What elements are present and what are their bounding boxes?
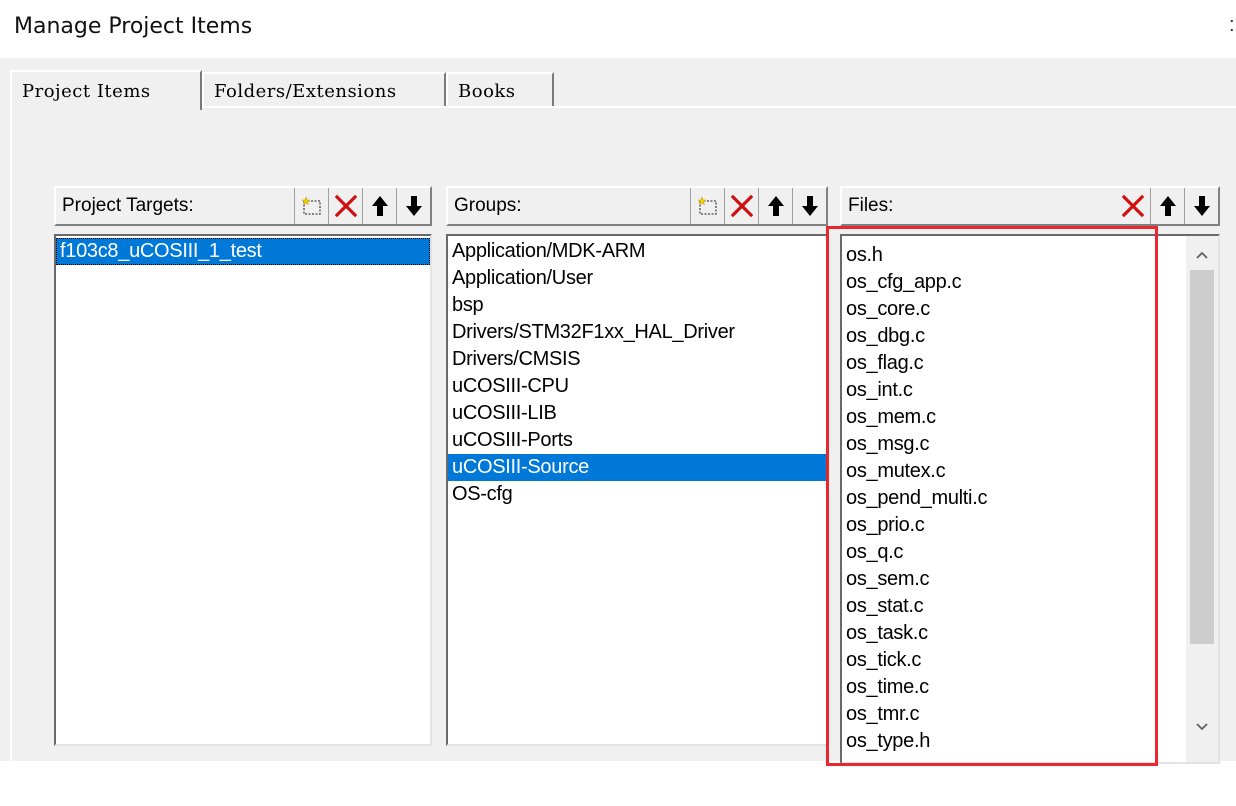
project-targets-label: Project Targets: (62, 195, 194, 216)
list-item[interactable]: uCOSIII-CPU (448, 373, 826, 400)
list-item[interactable]: uCOSIII-LIB (448, 400, 826, 427)
list-item[interactable]: os_tick.c (842, 647, 1218, 674)
list-item[interactable]: bsp (448, 292, 826, 319)
files-label: Files: (848, 195, 894, 216)
files-panel: Files: os.h os_cfg_app.c os_core.c os_db… (840, 186, 1220, 806)
list-item[interactable]: os_sem.c (842, 566, 1218, 593)
list-item[interactable]: os.h (842, 242, 1218, 269)
list-item[interactable]: Application/User (448, 265, 826, 292)
delete-target-button[interactable] (328, 188, 362, 224)
tab-books[interactable]: Books (446, 72, 554, 108)
delete-group-button[interactable] (724, 188, 758, 224)
list-item[interactable]: os_pend_multi.c (842, 485, 1218, 512)
list-item[interactable]: os_task.c (842, 620, 1218, 647)
list-item[interactable]: Drivers/CMSIS (448, 346, 826, 373)
list-item[interactable]: os_mem.c (842, 404, 1218, 431)
project-targets-panel: Project Targets: f103c8_uCOSIII_1_test (54, 186, 432, 806)
new-group-button[interactable] (690, 188, 724, 224)
list-item[interactable]: os_q.c (842, 539, 1218, 566)
list-item[interactable]: os_cfg_app.c (842, 269, 1218, 296)
move-group-down-button[interactable] (792, 188, 826, 224)
project-targets-header: Project Targets: (54, 186, 432, 226)
groups-header: Groups: (446, 186, 828, 226)
delete-icon (334, 194, 357, 218)
files-list[interactable]: os.h os_cfg_app.c os_core.c os_dbg.c os_… (840, 234, 1220, 764)
tab-project-items[interactable]: Project Items (10, 70, 202, 110)
move-file-up-button[interactable] (1150, 188, 1184, 224)
move-up-icon (371, 196, 388, 216)
list-item[interactable]: Application/MDK-ARM (448, 238, 826, 265)
list-item[interactable]: os_stat.c (842, 593, 1218, 620)
files-header: Files: (840, 186, 1220, 226)
move-up-icon (1159, 196, 1176, 216)
move-down-icon (405, 196, 422, 216)
list-item[interactable]: os_time.c (842, 674, 1218, 701)
list-item[interactable]: Drivers/STM32F1xx_HAL_Driver (448, 319, 826, 346)
list-item[interactable]: os_tmr.c (842, 701, 1218, 728)
list-item[interactable]: os_dbg.c (842, 323, 1218, 350)
move-group-up-button[interactable] (758, 188, 792, 224)
list-item[interactable]: uCOSIII-Source (448, 454, 826, 481)
groups-label: Groups: (454, 195, 522, 216)
move-down-icon (801, 196, 818, 216)
delete-file-button[interactable] (1116, 188, 1150, 224)
new-item-icon (696, 196, 717, 215)
tab-label: Folders/Extensions (214, 80, 397, 102)
list-item[interactable]: OS-cfg (448, 481, 826, 508)
move-target-up-button[interactable] (362, 188, 396, 224)
list-item[interactable]: f103c8_uCOSIII_1_test (56, 238, 430, 265)
scrollbar-thumb[interactable] (1190, 270, 1214, 644)
project-targets-list[interactable]: f103c8_uCOSIII_1_test (54, 234, 432, 746)
edge-artifact: : (1229, 14, 1235, 36)
move-target-down-button[interactable] (396, 188, 430, 224)
tab-label: Project Items (22, 80, 151, 102)
new-target-button[interactable] (294, 188, 328, 224)
scroll-down-arrow-icon[interactable] (1186, 712, 1218, 742)
list-item[interactable]: os_flag.c (842, 350, 1218, 377)
list-item[interactable]: os_core.c (842, 296, 1218, 323)
list-item[interactable]: os_msg.c (842, 431, 1218, 458)
delete-icon (730, 194, 753, 218)
scroll-up-arrow-icon[interactable] (1186, 240, 1218, 270)
move-file-down-button[interactable] (1184, 188, 1218, 224)
tab-folders-extensions[interactable]: Folders/Extensions (202, 72, 446, 108)
new-item-icon (300, 196, 321, 215)
list-item[interactable]: os_mutex.c (842, 458, 1218, 485)
move-up-icon (767, 196, 784, 216)
list-item[interactable]: os_prio.c (842, 512, 1218, 539)
list-item[interactable]: uCOSIII-Ports (448, 427, 826, 454)
files-scrollbar[interactable] (1186, 236, 1218, 762)
groups-panel: Groups: Application/MDK-ARM Application/… (446, 186, 828, 806)
move-down-icon (1193, 196, 1210, 216)
window-title: Manage Project Items (14, 14, 253, 39)
groups-list[interactable]: Application/MDK-ARM Application/User bsp… (446, 234, 828, 746)
list-item[interactable]: os_int.c (842, 377, 1218, 404)
delete-icon (1121, 194, 1145, 218)
tab-label: Books (458, 80, 516, 102)
list-item[interactable]: os_type.h (842, 728, 1218, 755)
